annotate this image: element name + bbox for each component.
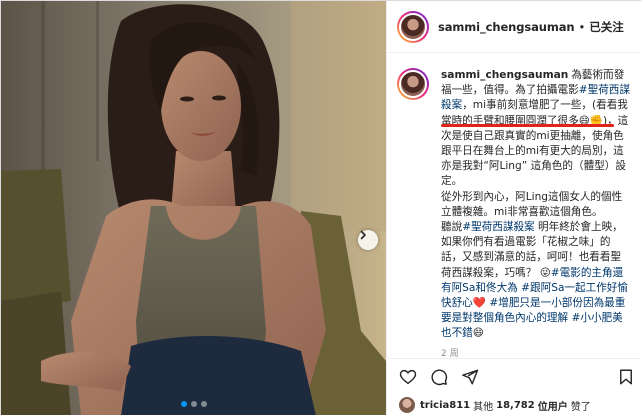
carousel-dot (200, 401, 207, 407)
likes-and: 其他 (473, 401, 494, 413)
post-photo[interactable] (1, 1, 386, 415)
post-side-panel: sammi_chengsauman • 已关注 sammi_chengsauma… (386, 1, 641, 415)
caption-username[interactable]: sammi_chengsauman (441, 69, 568, 81)
heart-icon (399, 369, 417, 384)
header-separator: • (578, 19, 586, 34)
annotation-underline (441, 124, 614, 127)
caption-segment: 從外形到內心，阿Ling這個女人的個性立體複雜。mi非常喜歡這個角色。 (441, 190, 623, 218)
post-timestamp[interactable]: 2 周 (441, 346, 635, 358)
liker-username[interactable]: tricia811 (420, 400, 470, 411)
carousel-dot (190, 401, 197, 407)
following-button[interactable]: 已关注 (589, 19, 624, 35)
likes-verb: 赞了 (570, 401, 591, 413)
caption-segment: 聽說 (441, 221, 463, 234)
bookmark-icon (620, 369, 632, 384)
instagram-post: sammi_chengsauman • 已关注 sammi_chengsauma… (0, 0, 641, 415)
liker-avatar[interactable] (399, 397, 415, 413)
author-avatar[interactable] (397, 10, 429, 43)
like-button[interactable] (399, 368, 417, 386)
share-button[interactable] (461, 368, 479, 386)
caption-author-avatar[interactable] (397, 68, 429, 100)
likes-summary: tricia811 其他 18,782 位用户 赞了 (387, 394, 641, 415)
photo-illustration (1, 1, 386, 415)
caption-body: 為藝術而發福一些，值得。為了拍攝電影#聖荷西謀殺案，mi事前刻意增肥了一些，(看… (441, 69, 630, 339)
next-slide-button[interactable] (358, 230, 378, 250)
save-button[interactable] (617, 368, 635, 386)
caption-area: sammi_chengsauman 為藝術而發福一些，值得。為了拍攝電影#聖荷西謀… (387, 53, 641, 358)
post-header: sammi_chengsauman • 已关注 (387, 1, 641, 53)
carousel-indicator (1, 401, 386, 407)
hashtag-link[interactable]: #聖荷西謀殺案 (462, 221, 534, 233)
chevron-right-icon (360, 230, 366, 240)
likes-count[interactable]: 18,782 (496, 400, 535, 411)
caption-text: sammi_chengsauman 為藝術而發福一些，值得。為了拍攝電影#聖荷西謀… (441, 68, 631, 342)
likes-suffix[interactable]: 位用户 (538, 402, 568, 413)
carousel-dot (180, 401, 187, 407)
action-bar (387, 358, 641, 394)
caption-segment: ❤️ (472, 297, 490, 310)
comment-button[interactable] (430, 368, 448, 386)
caption-segment: 😄 (472, 327, 484, 340)
share-icon (462, 369, 479, 384)
author-username[interactable]: sammi_chengsauman (438, 20, 575, 34)
comment-icon (431, 368, 448, 385)
